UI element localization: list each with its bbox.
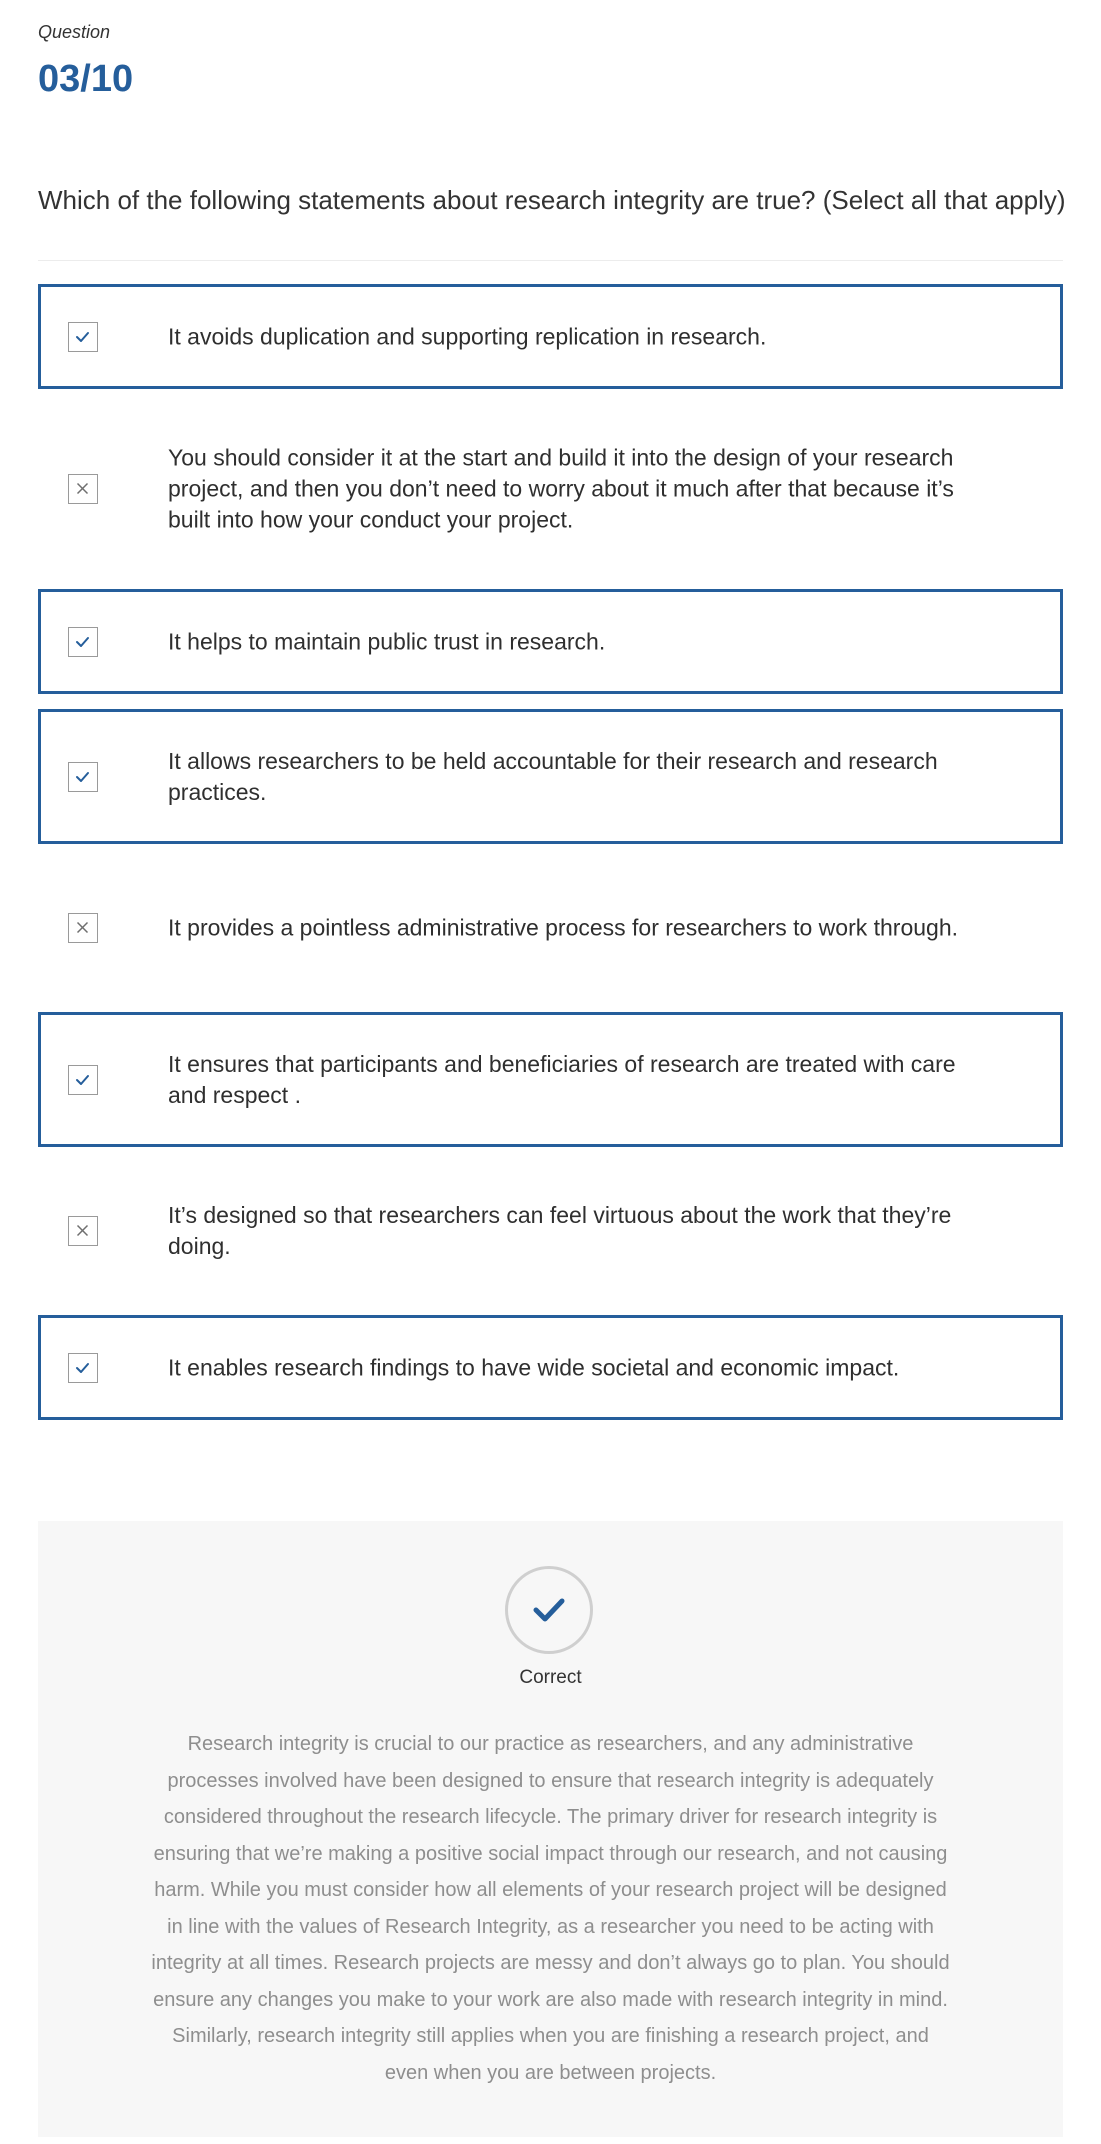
- checkbox[interactable]: [68, 321, 98, 352]
- check-icon: [76, 1074, 89, 1085]
- option-4[interactable]: It allows researchers to be held account…: [38, 709, 1063, 844]
- option-text: It allows researchers to be held account…: [168, 747, 938, 805]
- checkbox[interactable]: [68, 913, 98, 943]
- cross-icon: [76, 921, 89, 934]
- option-text: It ensures that participants and benefic…: [168, 1050, 956, 1108]
- option-text: It’s designed so that researchers can fe…: [168, 1202, 952, 1259]
- option-text: It avoids duplication and supporting rep…: [168, 323, 767, 349]
- option-5[interactable]: It provides a pointless administrative p…: [38, 844, 1063, 1012]
- options-list: It avoids duplication and supporting rep…: [38, 284, 1063, 1420]
- result-badge: [505, 1566, 593, 1654]
- checkbox[interactable]: [68, 626, 98, 657]
- question-prompt: Which of the following statements about …: [38, 185, 1066, 215]
- check-icon: [76, 771, 89, 782]
- cross-icon: [76, 1224, 89, 1237]
- checkbox[interactable]: [68, 474, 98, 504]
- check-icon: [76, 331, 89, 342]
- option-2[interactable]: You should consider it at the start and …: [38, 389, 1063, 589]
- question-number: 03/10: [38, 58, 134, 100]
- feedback-panel: Correct Research integrity is crucial to…: [38, 1521, 1063, 2137]
- check-icon: [76, 636, 89, 647]
- option-6[interactable]: It ensures that participants and benefic…: [38, 1012, 1063, 1147]
- cross-icon: [76, 482, 89, 495]
- checkbox[interactable]: [68, 1064, 98, 1095]
- question-label: Question: [38, 22, 111, 42]
- divider: [38, 260, 1063, 261]
- checkbox[interactable]: [68, 761, 98, 792]
- option-text: It provides a pointless administrative p…: [168, 914, 959, 941]
- option-8[interactable]: It enables research findings to have wid…: [38, 1315, 1063, 1420]
- checkmark-icon: [533, 1598, 565, 1622]
- checkbox[interactable]: [68, 1352, 98, 1383]
- option-1[interactable]: It avoids duplication and supporting rep…: [38, 284, 1063, 389]
- explanation-text: Research integrity is crucial to our pra…: [151, 1733, 950, 2084]
- option-text: You should consider it at the start and …: [168, 444, 954, 533]
- option-text: It enables research findings to have wid…: [168, 1354, 900, 1380]
- option-3[interactable]: It helps to maintain public trust in res…: [38, 589, 1063, 694]
- option-text: It helps to maintain public trust in res…: [168, 628, 606, 654]
- option-7[interactable]: It’s designed so that researchers can fe…: [38, 1147, 1063, 1315]
- check-icon: [76, 1362, 89, 1373]
- result-label: Correct: [519, 1667, 582, 1688]
- checkbox[interactable]: [68, 1216, 98, 1246]
